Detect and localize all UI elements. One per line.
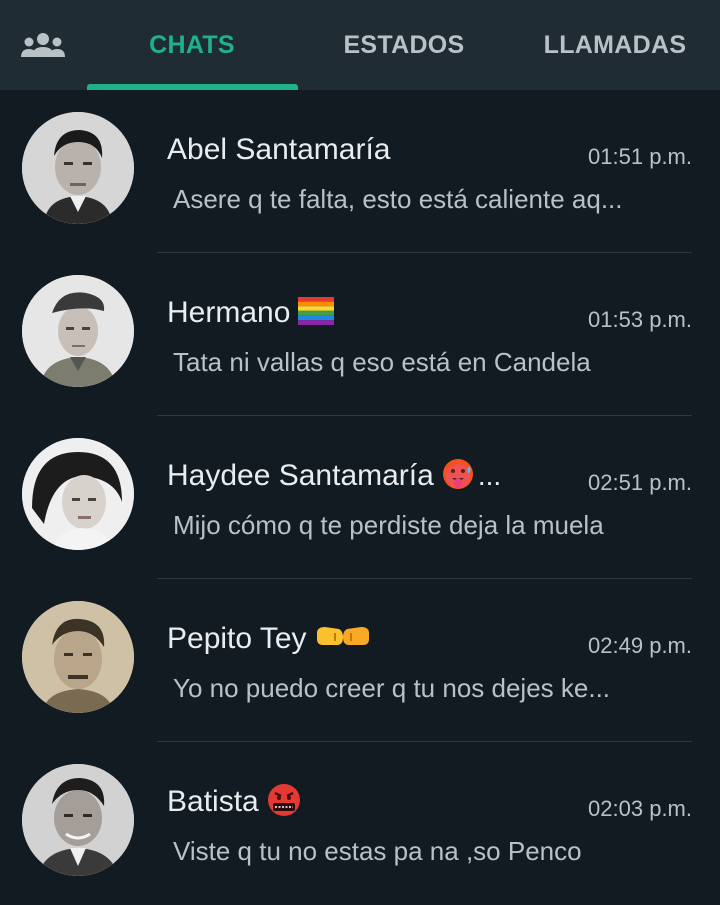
hot-face-emoji	[442, 458, 474, 495]
contact-name: Haydee Santamaría	[167, 459, 434, 492]
tab-llamadas[interactable]: LLAMADAS	[510, 0, 720, 90]
contact-name: Abel Santamaría	[167, 133, 391, 166]
chat-list: Abel Santamaría 01:51 p.m. Asere q te fa…	[0, 90, 720, 905]
rainbow-flag-emoji	[298, 296, 335, 330]
tab-estados[interactable]: ESTADOS	[298, 0, 510, 90]
chat-row[interactable]: Abel Santamaría 01:51 p.m. Asere q te fa…	[0, 90, 720, 253]
avatar[interactable]	[22, 112, 134, 224]
last-message-preview: Asere q te falta, esto está caliente aq.…	[173, 184, 623, 214]
message-time: 01:53 p.m.	[588, 307, 692, 332]
last-message-preview: Viste q tu no estas pa na ,so Penco	[173, 836, 582, 866]
contact-name: Hermano	[167, 296, 291, 329]
avatar[interactable]	[22, 764, 134, 876]
message-time: 02:51 p.m.	[588, 470, 692, 495]
contact-name: Batista	[167, 785, 259, 818]
chat-row[interactable]: Hermano 01:53 p.m. Tata ni vallas q eso …	[0, 253, 720, 416]
last-message-preview: Tata ni vallas q eso está en Candela	[173, 347, 591, 377]
contact-name: Pepito Tey	[167, 622, 307, 655]
message-time: 01:51 p.m.	[588, 144, 692, 169]
avatar[interactable]	[22, 601, 134, 713]
avatar[interactable]	[22, 275, 134, 387]
last-message-preview: Mijo cómo q te perdiste deja la muela	[173, 510, 604, 540]
community-icon	[21, 33, 65, 57]
last-message-preview: Yo no puedo creer q tu nos dejes ke...	[173, 673, 611, 703]
chat-row[interactable]: Pepito Tey 02:49 p.m. Yo no puedo creer …	[0, 579, 720, 742]
avatar[interactable]	[22, 438, 134, 550]
tab-bar: CHATS ESTADOS LLAMADAS	[0, 0, 720, 90]
tab-chats[interactable]: CHATS	[86, 0, 298, 90]
chat-row[interactable]: Batista 02:03 p.m. Viste q tu no estas p…	[0, 742, 720, 905]
chat-row[interactable]: Haydee Santamaría ... 02:51 p.m. Mijo có…	[0, 416, 720, 579]
name-truncation: ...	[477, 460, 502, 491]
tab-community[interactable]	[0, 0, 86, 90]
message-time: 02:49 p.m.	[588, 633, 692, 658]
fist-bump-emoji	[315, 623, 371, 656]
message-time: 02:03 p.m.	[588, 796, 692, 821]
cursing-face-emoji	[267, 783, 301, 822]
